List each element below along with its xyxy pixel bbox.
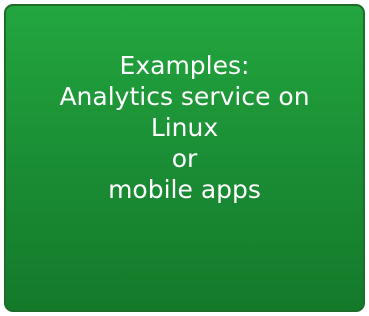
card-text: Examples: Analytics service on Linux or … <box>6 50 363 205</box>
card-line-analytics: Analytics service on <box>59 82 310 111</box>
card-line-linux: Linux <box>150 113 219 142</box>
card-line-mobile-apps: mobile apps <box>108 175 261 204</box>
examples-card: Examples: Analytics service on Linux or … <box>4 4 365 312</box>
card-line-heading: Examples: <box>119 51 250 80</box>
card-line-or: or <box>171 144 198 173</box>
